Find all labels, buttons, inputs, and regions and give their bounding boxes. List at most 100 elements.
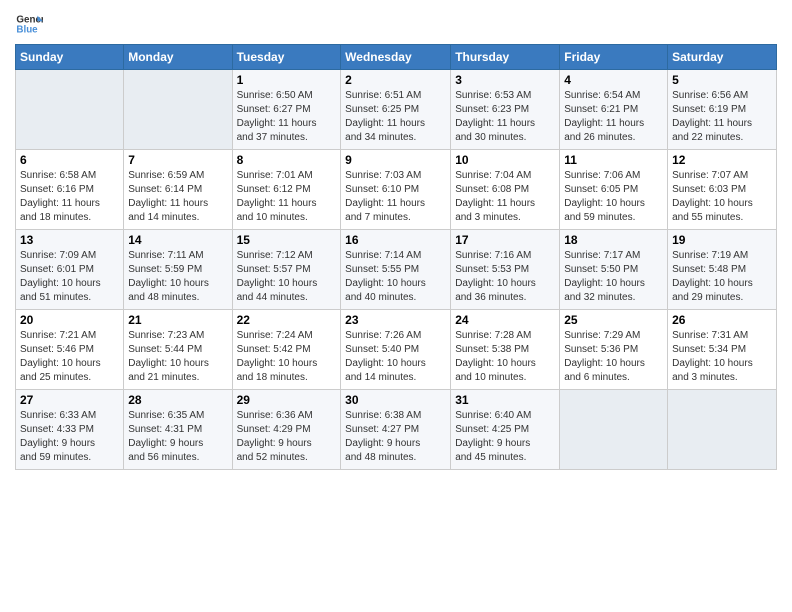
- day-info: Sunrise: 7:11 AM Sunset: 5:59 PM Dayligh…: [128, 249, 227, 305]
- calendar-cell: 7 Sunrise: 6:59 AM Sunset: 6:14 PM Daylig…: [124, 150, 232, 230]
- day-info: Sunrise: 6:59 AM Sunset: 6:14 PM Dayligh…: [128, 169, 227, 225]
- day-info: Sunrise: 6:35 AM Sunset: 4:31 PM Dayligh…: [128, 409, 227, 465]
- svg-text:Blue: Blue: [16, 24, 38, 35]
- weekday-header-row: SundayMondayTuesdayWednesdayThursdayFrid…: [16, 45, 777, 70]
- day-info: Sunrise: 6:38 AM Sunset: 4:27 PM Dayligh…: [345, 409, 446, 465]
- weekday-header-thursday: Thursday: [451, 45, 560, 70]
- day-number: 14: [128, 233, 227, 247]
- day-number: 26: [672, 313, 772, 327]
- day-info: Sunrise: 7:04 AM Sunset: 6:08 PM Dayligh…: [455, 169, 555, 225]
- calendar-cell: 30 Sunrise: 6:38 AM Sunset: 4:27 PM Dayli…: [341, 390, 451, 470]
- calendar-cell: 9 Sunrise: 7:03 AM Sunset: 6:10 PM Daylig…: [341, 150, 451, 230]
- day-info: Sunrise: 7:09 AM Sunset: 6:01 PM Dayligh…: [20, 249, 119, 305]
- calendar-cell: 6Sunrise: 6:58 AM Sunset: 6:16 PM Daylig…: [16, 150, 124, 230]
- day-number: 6: [20, 153, 119, 167]
- calendar-cell: 18 Sunrise: 7:17 AM Sunset: 5:50 PM Dayli…: [560, 230, 668, 310]
- day-number: 28: [128, 393, 227, 407]
- day-number: 12: [672, 153, 772, 167]
- day-number: 22: [237, 313, 337, 327]
- calendar-cell: 16Sunrise: 7:14 AM Sunset: 5:55 PM Dayli…: [341, 230, 451, 310]
- day-info: Sunrise: 6:53 AM Sunset: 6:23 PM Dayligh…: [455, 89, 555, 145]
- day-info: Sunrise: 7:12 AM Sunset: 5:57 PM Dayligh…: [237, 249, 337, 305]
- calendar-cell: 24Sunrise: 7:28 AM Sunset: 5:38 PM Dayli…: [451, 310, 560, 390]
- calendar-cell: 26 Sunrise: 7:31 AM Sunset: 5:34 PM Dayli…: [668, 310, 777, 390]
- calendar-cell: 23 Sunrise: 7:26 AM Sunset: 5:40 PM Dayli…: [341, 310, 451, 390]
- day-info: Sunrise: 7:14 AM Sunset: 5:55 PM Dayligh…: [345, 249, 446, 305]
- day-number: 2: [345, 73, 446, 87]
- day-info: Sunrise: 7:26 AM Sunset: 5:40 PM Dayligh…: [345, 329, 446, 385]
- calendar-cell: 10 Sunrise: 7:04 AM Sunset: 6:08 PM Dayli…: [451, 150, 560, 230]
- logo-icon: General Blue: [15, 10, 43, 38]
- calendar-cell: [668, 390, 777, 470]
- day-info: Sunrise: 7:31 AM Sunset: 5:34 PM Dayligh…: [672, 329, 772, 385]
- calendar-cell: [124, 70, 232, 150]
- calendar-cell: 25Sunrise: 7:29 AM Sunset: 5:36 PM Dayli…: [560, 310, 668, 390]
- calendar-cell: 8 Sunrise: 7:01 AM Sunset: 6:12 PM Daylig…: [232, 150, 341, 230]
- day-number: 15: [237, 233, 337, 247]
- day-info: Sunrise: 6:54 AM Sunset: 6:21 PM Dayligh…: [564, 89, 663, 145]
- weekday-header-tuesday: Tuesday: [232, 45, 341, 70]
- calendar-week-row: 27 Sunrise: 6:33 AM Sunset: 4:33 PM Dayli…: [16, 390, 777, 470]
- calendar-cell: 2 Sunrise: 6:51 AM Sunset: 6:25 PM Daylig…: [341, 70, 451, 150]
- day-number: 18: [564, 233, 663, 247]
- weekday-header-wednesday: Wednesday: [341, 45, 451, 70]
- day-info: Sunrise: 6:33 AM Sunset: 4:33 PM Dayligh…: [20, 409, 119, 465]
- calendar-cell: 1Sunrise: 6:50 AM Sunset: 6:27 PM Daylig…: [232, 70, 341, 150]
- day-number: 7: [128, 153, 227, 167]
- calendar-cell: 12Sunrise: 7:07 AM Sunset: 6:03 PM Dayli…: [668, 150, 777, 230]
- calendar-cell: 13Sunrise: 7:09 AM Sunset: 6:01 PM Dayli…: [16, 230, 124, 310]
- day-info: Sunrise: 7:19 AM Sunset: 5:48 PM Dayligh…: [672, 249, 772, 305]
- day-info: Sunrise: 7:21 AM Sunset: 5:46 PM Dayligh…: [20, 329, 119, 385]
- day-number: 17: [455, 233, 555, 247]
- calendar-week-row: 6Sunrise: 6:58 AM Sunset: 6:16 PM Daylig…: [16, 150, 777, 230]
- day-number: 10: [455, 153, 555, 167]
- day-info: Sunrise: 7:16 AM Sunset: 5:53 PM Dayligh…: [455, 249, 555, 305]
- day-number: 11: [564, 153, 663, 167]
- day-number: 27: [20, 393, 119, 407]
- day-info: Sunrise: 7:17 AM Sunset: 5:50 PM Dayligh…: [564, 249, 663, 305]
- calendar-cell: 27 Sunrise: 6:33 AM Sunset: 4:33 PM Dayli…: [16, 390, 124, 470]
- day-info: Sunrise: 7:23 AM Sunset: 5:44 PM Dayligh…: [128, 329, 227, 385]
- day-number: 8: [237, 153, 337, 167]
- calendar-week-row: 20 Sunrise: 7:21 AM Sunset: 5:46 PM Dayli…: [16, 310, 777, 390]
- day-info: Sunrise: 7:06 AM Sunset: 6:05 PM Dayligh…: [564, 169, 663, 225]
- day-number: 24: [455, 313, 555, 327]
- calendar-cell: 22 Sunrise: 7:24 AM Sunset: 5:42 PM Dayli…: [232, 310, 341, 390]
- day-number: 4: [564, 73, 663, 87]
- day-info: Sunrise: 7:03 AM Sunset: 6:10 PM Dayligh…: [345, 169, 446, 225]
- day-number: 21: [128, 313, 227, 327]
- calendar-cell: 17 Sunrise: 7:16 AM Sunset: 5:53 PM Dayli…: [451, 230, 560, 310]
- calendar-cell: 28 Sunrise: 6:35 AM Sunset: 4:31 PM Dayli…: [124, 390, 232, 470]
- calendar-week-row: 1Sunrise: 6:50 AM Sunset: 6:27 PM Daylig…: [16, 70, 777, 150]
- day-info: Sunrise: 6:40 AM Sunset: 4:25 PM Dayligh…: [455, 409, 555, 465]
- weekday-header-monday: Monday: [124, 45, 232, 70]
- calendar-cell: 11 Sunrise: 7:06 AM Sunset: 6:05 PM Dayli…: [560, 150, 668, 230]
- weekday-header-sunday: Sunday: [16, 45, 124, 70]
- day-number: 23: [345, 313, 446, 327]
- calendar-table: SundayMondayTuesdayWednesdayThursdayFrid…: [15, 44, 777, 470]
- day-number: 1: [237, 73, 337, 87]
- day-info: Sunrise: 7:24 AM Sunset: 5:42 PM Dayligh…: [237, 329, 337, 385]
- day-number: 5: [672, 73, 772, 87]
- calendar-cell: [560, 390, 668, 470]
- day-info: Sunrise: 6:51 AM Sunset: 6:25 PM Dayligh…: [345, 89, 446, 145]
- calendar-cell: 15 Sunrise: 7:12 AM Sunset: 5:57 PM Dayli…: [232, 230, 341, 310]
- day-info: Sunrise: 7:01 AM Sunset: 6:12 PM Dayligh…: [237, 169, 337, 225]
- day-number: 29: [237, 393, 337, 407]
- calendar-cell: 5Sunrise: 6:56 AM Sunset: 6:19 PM Daylig…: [668, 70, 777, 150]
- day-info: Sunrise: 6:36 AM Sunset: 4:29 PM Dayligh…: [237, 409, 337, 465]
- calendar-cell: [16, 70, 124, 150]
- calendar-cell: 20 Sunrise: 7:21 AM Sunset: 5:46 PM Dayli…: [16, 310, 124, 390]
- logo: General Blue: [15, 10, 43, 38]
- calendar-cell: 19 Sunrise: 7:19 AM Sunset: 5:48 PM Dayli…: [668, 230, 777, 310]
- calendar-cell: 21 Sunrise: 7:23 AM Sunset: 5:44 PM Dayli…: [124, 310, 232, 390]
- weekday-header-saturday: Saturday: [668, 45, 777, 70]
- day-number: 9: [345, 153, 446, 167]
- weekday-header-friday: Friday: [560, 45, 668, 70]
- day-number: 30: [345, 393, 446, 407]
- calendar-week-row: 13Sunrise: 7:09 AM Sunset: 6:01 PM Dayli…: [16, 230, 777, 310]
- day-number: 19: [672, 233, 772, 247]
- day-number: 25: [564, 313, 663, 327]
- day-number: 20: [20, 313, 119, 327]
- calendar-cell: 29 Sunrise: 6:36 AM Sunset: 4:29 PM Dayli…: [232, 390, 341, 470]
